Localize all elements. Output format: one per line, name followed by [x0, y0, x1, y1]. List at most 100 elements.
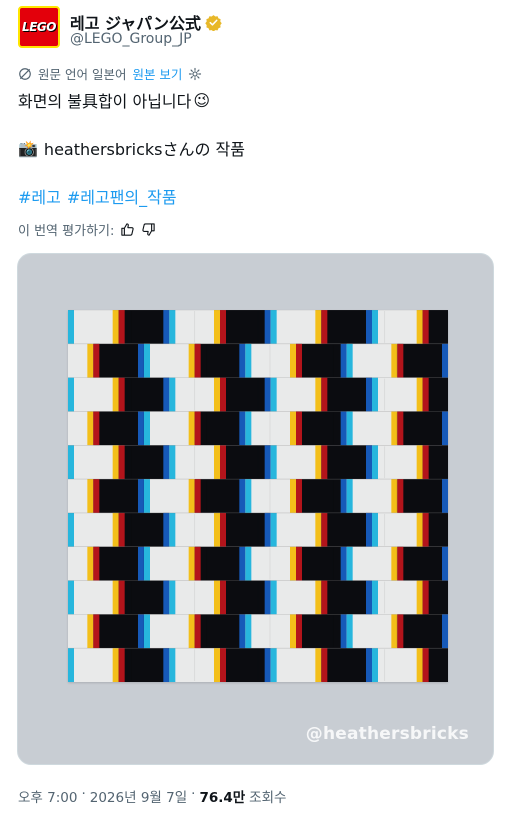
- edge-strip: [296, 343, 302, 378]
- edge-strip: [422, 512, 429, 547]
- logo-text: LEGO: [22, 20, 56, 34]
- tweet-header: LEGO 레고 ジャパン公式 @LEGO_Group_JP: [18, 6, 498, 50]
- edge-strip: [239, 479, 246, 513]
- edge-strip: [112, 377, 119, 412]
- tweet-text-2: heathersbricksさんの 작품: [43, 140, 245, 159]
- edge-strip: [144, 479, 150, 513]
- black-tile: [118, 377, 170, 412]
- tweet-text-line-1: 화면의 불具합이 아닙니다 😉: [18, 88, 210, 112]
- edge-strip: [214, 512, 220, 547]
- hashtag-link[interactable]: #레고: [18, 184, 61, 208]
- edge-strip: [270, 445, 277, 480]
- white-tile: [245, 411, 296, 446]
- edge-strip: [296, 479, 302, 513]
- edge-strip: [442, 614, 448, 649]
- black-tile: [118, 580, 170, 615]
- edge-strip: [416, 580, 423, 615]
- meta-separator: ·: [81, 786, 86, 802]
- edge-strip: [290, 343, 296, 378]
- white-tile: [68, 512, 119, 547]
- tweet-text-line-2: 📸 heathersbricksさんの 작품: [18, 136, 245, 160]
- tweet-time[interactable]: 오후 7:00: [18, 786, 77, 806]
- edge-strip: [93, 546, 100, 581]
- rate-translation-label: 이 번역 평가하기:: [18, 224, 115, 239]
- edge-strip: [188, 343, 195, 378]
- edge-strip: [169, 310, 176, 344]
- black-tile: [118, 310, 170, 344]
- edge-strip: [68, 580, 74, 615]
- edge-strip: [416, 377, 423, 412]
- edge-strip: [346, 546, 353, 581]
- edge-strip: [144, 343, 150, 378]
- edge-strip: [270, 310, 277, 344]
- lego-illusion-board: [68, 310, 448, 682]
- edge-strip: [372, 648, 378, 682]
- black-tile: [93, 546, 144, 581]
- translate-icon: [19, 67, 31, 80]
- edge-strip: [315, 512, 322, 547]
- edge-strip: [220, 310, 226, 344]
- white-tile: [144, 343, 195, 378]
- hashtag-link[interactable]: #레고팬의_작품: [67, 184, 177, 208]
- edge-strip: [264, 648, 271, 682]
- edge-strip: [422, 648, 429, 682]
- edge-strip: [220, 580, 226, 615]
- edge-strip: [290, 479, 296, 513]
- thumbs-up-icon[interactable]: [120, 222, 135, 237]
- black-tile: [220, 445, 271, 480]
- edge-strip: [442, 411, 448, 446]
- edge-strip: [442, 343, 448, 378]
- edge-strip: [68, 512, 74, 547]
- edge-strip: [169, 580, 176, 615]
- edge-strip: [422, 445, 429, 480]
- edge-strip: [372, 445, 378, 480]
- edge-strip: [270, 512, 277, 547]
- white-tile: [245, 479, 296, 513]
- black-tile: [194, 343, 246, 378]
- edge-strip: [366, 512, 372, 547]
- edge-strip: [315, 648, 322, 682]
- edge-strip: [264, 580, 271, 615]
- edge-strip: [188, 479, 195, 513]
- black-tile: [397, 479, 448, 513]
- edge-strip: [290, 546, 296, 581]
- edge-strip: [194, 546, 201, 581]
- edge-strip: [366, 445, 372, 480]
- edge-strip: [290, 614, 296, 649]
- black-tile: [220, 310, 271, 344]
- account-handle[interactable]: @LEGO_Group_JP: [70, 31, 192, 47]
- white-tile: [270, 648, 322, 682]
- black-tile: [321, 580, 372, 615]
- lego-logo[interactable]: LEGO: [18, 6, 60, 48]
- edge-strip: [144, 614, 150, 649]
- show-original-link[interactable]: 원본 보기: [132, 64, 182, 83]
- edge-strip: [346, 343, 353, 378]
- thumbs-down-icon[interactable]: [141, 222, 156, 237]
- edge-strip: [422, 580, 429, 615]
- tweet-image[interactable]: @heathersbricks: [17, 253, 494, 765]
- gear-icon[interactable]: [188, 67, 202, 81]
- edge-strip: [264, 445, 271, 480]
- edge-strip: [264, 310, 271, 344]
- edge-strip: [321, 512, 328, 547]
- edge-strip: [315, 377, 322, 412]
- white-tile: [68, 580, 119, 615]
- white-tile: [270, 445, 322, 480]
- edge-strip: [163, 377, 170, 412]
- black-tile: [321, 377, 372, 412]
- edge-strip: [397, 411, 404, 446]
- edge-strip: [416, 310, 423, 344]
- white-tile: [144, 614, 195, 649]
- edge-strip: [315, 580, 322, 615]
- tweet-date[interactable]: 2026년 9월 7일: [90, 786, 187, 806]
- edge-strip: [416, 648, 423, 682]
- edge-strip: [397, 546, 404, 581]
- edge-strip: [194, 343, 201, 378]
- edge-strip: [340, 343, 347, 378]
- edge-strip: [296, 614, 302, 649]
- white-tile: [144, 411, 195, 446]
- edge-strip: [245, 479, 252, 513]
- edge-strip: [194, 614, 201, 649]
- black-tile: [194, 479, 246, 513]
- edge-strip: [112, 580, 119, 615]
